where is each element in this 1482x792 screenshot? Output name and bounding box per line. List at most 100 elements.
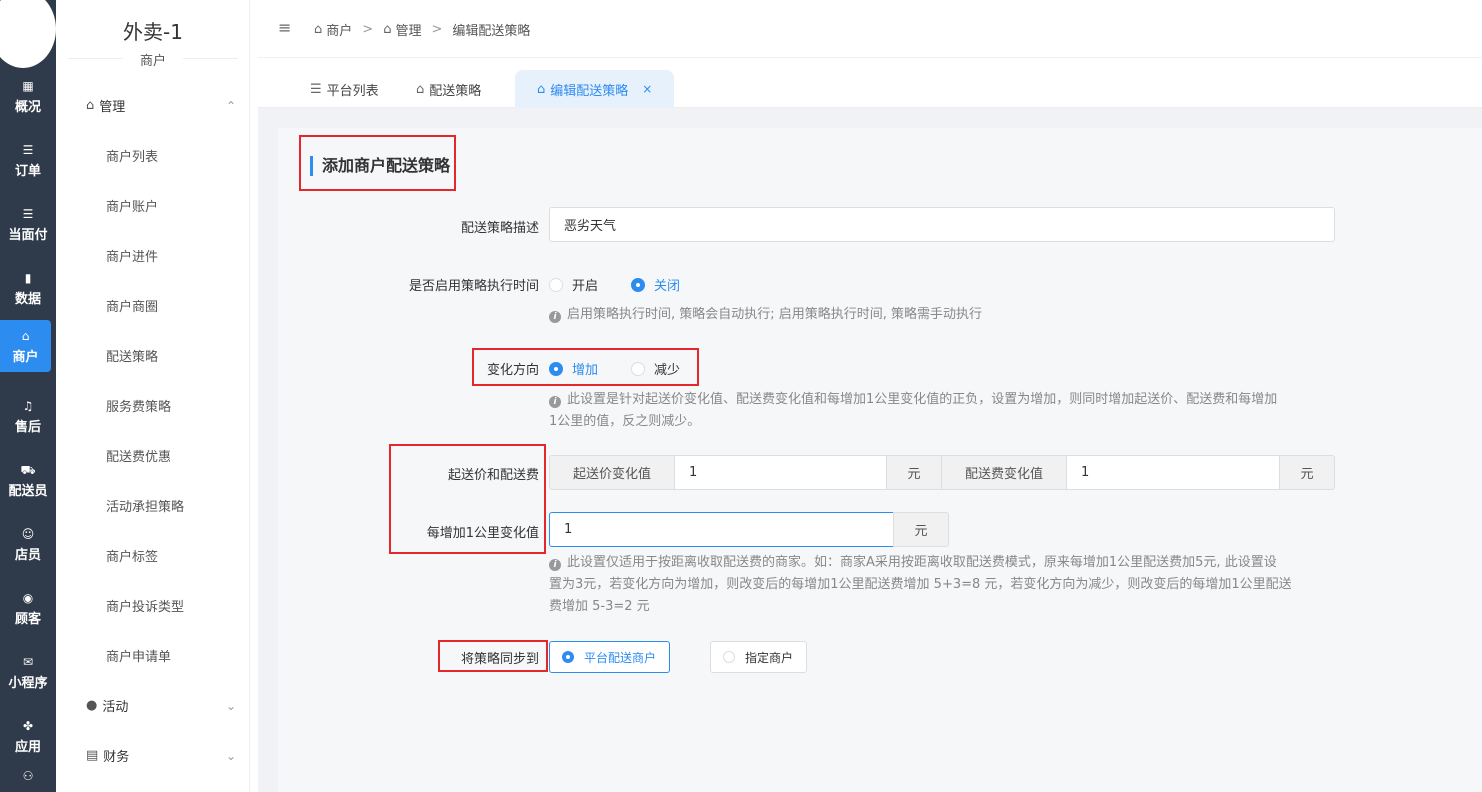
sidebar-group-finance[interactable]: ▤ 财务 ⌄ (86, 746, 236, 765)
icon-rail: ▦ 概况 ☰ 订单 ☰ 当面付 ▮ 数据 ⌂ 商户 ♫ 售后 ⛟ 配送员 ☺ 店… (0, 0, 56, 792)
user-icon: ☺ (21, 526, 35, 541)
radio-label: 减少 (654, 363, 681, 378)
wechat-icon: ✉ (22, 654, 34, 669)
sync-specific-radio[interactable]: 指定商户 (710, 641, 807, 673)
sync-platform-radio[interactable]: 平台配送商户 (549, 641, 670, 673)
sync-label: 将策略同步到 (460, 652, 539, 667)
chevron-up-icon: ⌃ (225, 98, 236, 113)
rail-item-label: 当面付 (8, 227, 48, 243)
store-icon: ⌂ (86, 98, 95, 113)
chevron-down-icon: ⌄ (225, 748, 236, 763)
store-icon: ⌂ (537, 81, 546, 97)
radio-dot (631, 277, 645, 292)
radio-label: 开启 (572, 279, 599, 294)
store-icon: ⌂ (314, 22, 323, 37)
radio-dot (549, 361, 563, 376)
hint-text: 启用策略执行时间, 策略会自动执行; 启用策略执行时间, 策略需手动执行 (567, 307, 983, 322)
user-settings-icon: ⚇ (22, 769, 34, 783)
rail-item-courier[interactable]: ⛟ 配送员 (0, 452, 56, 508)
rail-item-label: 售后 (14, 419, 41, 435)
min-price-input[interactable]: 1 (674, 455, 887, 490)
rail-item-orders[interactable]: ☰ 订单 (0, 132, 56, 188)
delivery-fee-addon: 配送费变化值 (941, 455, 1067, 490)
rail-item-face-pay[interactable]: ☰ 当面付 (0, 196, 56, 252)
sidebar-item-merchant-district[interactable]: 商户商圈 (106, 296, 158, 315)
sidebar-item-delivery-fee-discount[interactable]: 配送费优惠 (106, 446, 171, 465)
section-title: 添加商户配送策略 (310, 156, 450, 176)
radio-label: 增加 (572, 363, 599, 378)
rail-item-label: 顾客 (14, 611, 41, 627)
menu-collapse-icon[interactable]: ≡ (278, 18, 291, 37)
hint-text: 1公里的值，反之则减少。 (549, 414, 701, 429)
sidebar-group-manage[interactable]: ⌂ 管理 ⌃ (86, 96, 236, 115)
rail-item-after-sales[interactable]: ♫ 售后 (0, 388, 56, 444)
radio-dot (723, 651, 735, 663)
per-km-unit: 元 (893, 512, 949, 547)
sidebar-item-merchant-list[interactable]: 商户列表 (106, 146, 158, 165)
rail-item-customers[interactable]: ◉ 顾客 (0, 580, 56, 636)
list-icon: ☰ (310, 81, 322, 97)
breadcrumb-separator: > (431, 22, 443, 37)
exec-time-on-radio[interactable]: 开启 (549, 275, 598, 294)
tab-edit-delivery-strategy[interactable]: ⌂ 编辑配送策略 × (515, 70, 675, 108)
breadcrumb-current: 编辑配送策略 (452, 24, 531, 39)
list-icon: ☰ (22, 206, 34, 221)
delivery-fee-input[interactable]: 1 (1066, 455, 1280, 490)
radio-dot (562, 651, 574, 663)
per-km-input[interactable]: 1 (549, 512, 894, 547)
radio-dot (549, 277, 563, 292)
rail-item-label: 概况 (14, 99, 41, 115)
rail-item-merchant[interactable]: ⌂ 商户 (0, 320, 51, 372)
sidebar-item-service-fee-strategy[interactable]: 服务费策略 (106, 396, 171, 415)
breadcrumb-item[interactable]: 商户 (326, 20, 352, 39)
exec-time-hint: i 启用策略执行时间, 策略会自动执行; 启用策略执行时间, 策略需手动执行 (549, 304, 1339, 326)
rail-item-apps[interactable]: ✤ 应用 (0, 708, 56, 764)
direction-decrease-radio[interactable]: 减少 (631, 359, 680, 378)
breadcrumb-item[interactable]: 管理 (395, 20, 421, 39)
tab-platform-list[interactable]: ☰ 平台列表 (310, 70, 379, 108)
rail-item-data[interactable]: ▮ 数据 (0, 260, 56, 316)
info-icon: i (549, 559, 561, 571)
fee-label: 起送价和配送费 (447, 468, 539, 483)
tab-label: 配送策略 (429, 83, 482, 99)
hint-text: 置为3元，若变化方向为增加，则改变后的每增加1公里配送费增加 5+3=8 元，若… (549, 577, 1292, 592)
min-price-unit: 元 (886, 455, 942, 490)
tab-label: 平台列表 (326, 83, 379, 99)
info-icon: i (549, 311, 561, 323)
sidebar-item-merchant-applications[interactable]: 商户申请单 (106, 646, 171, 665)
bar-chart-icon: ▮ (24, 270, 32, 285)
direction-increase-radio[interactable]: 增加 (549, 359, 598, 378)
sidebar-item-complaint-types[interactable]: 商户投诉类型 (106, 596, 184, 615)
store-icon: ⌂ (21, 328, 30, 343)
close-icon[interactable]: × (642, 82, 652, 96)
sidebar-item-merchant-tags[interactable]: 商户标签 (106, 546, 158, 565)
exec-time-off-radio[interactable]: 关闭 (631, 275, 680, 294)
desc-input[interactable]: 恶劣天气 (549, 207, 1335, 242)
min-price-addon: 起送价变化值 (549, 455, 675, 490)
sidebar-item-merchant-onboarding[interactable]: 商户进件 (106, 246, 158, 265)
rail-item-label: 应用 (14, 739, 41, 755)
finance-icon: ▤ (86, 748, 99, 763)
per-km-hint: i 此设置仅适用于按距离收取配送费的商家。如：商家A采用按距离收取配送费模式，原来… (549, 552, 1349, 618)
sidebar-item-activity-bearing[interactable]: 活动承担策略 (106, 496, 184, 515)
exec-time-label: 是否启用策略执行时间 (408, 279, 539, 294)
rail-item-label: 商户 (12, 349, 39, 365)
sidebar-group-label: 财务 (103, 750, 130, 765)
sidebar-group-activity[interactable]: ● 活动 ⌄ (86, 696, 236, 715)
direction-hint: i 此设置是针对起送价变化值、配送费变化值和每增加1公里变化值的正负，设置为增加，… (549, 389, 1349, 433)
tab-delivery-strategy[interactable]: ⌂ 配送策略 (416, 70, 481, 108)
rail-item-staff[interactable]: ☺ 店员 (0, 516, 56, 572)
store-icon: ⌂ (416, 81, 425, 97)
radio-label: 指定商户 (745, 650, 794, 665)
sidebar-item-merchant-account[interactable]: 商户账户 (106, 196, 158, 215)
breadcrumb-separator: > (362, 22, 374, 37)
info-icon: i (549, 396, 561, 408)
rail-item-mini-program[interactable]: ✉ 小程序 (0, 644, 56, 700)
tab-bar: ☰ 平台列表 ⌂ 配送策略 ⌂ 编辑配送策略 × (258, 70, 1482, 108)
sidebar-item-delivery-strategy[interactable]: 配送策略 (106, 346, 158, 365)
chevron-down-icon: ⌄ (225, 698, 236, 713)
radio-label: 平台配送商户 (584, 650, 657, 665)
per-km-label: 每增加1公里变化值 (426, 526, 539, 541)
rail-item-overview[interactable]: ▦ 概况 (0, 68, 56, 124)
rail-item-more[interactable]: ⚇ (0, 768, 56, 792)
